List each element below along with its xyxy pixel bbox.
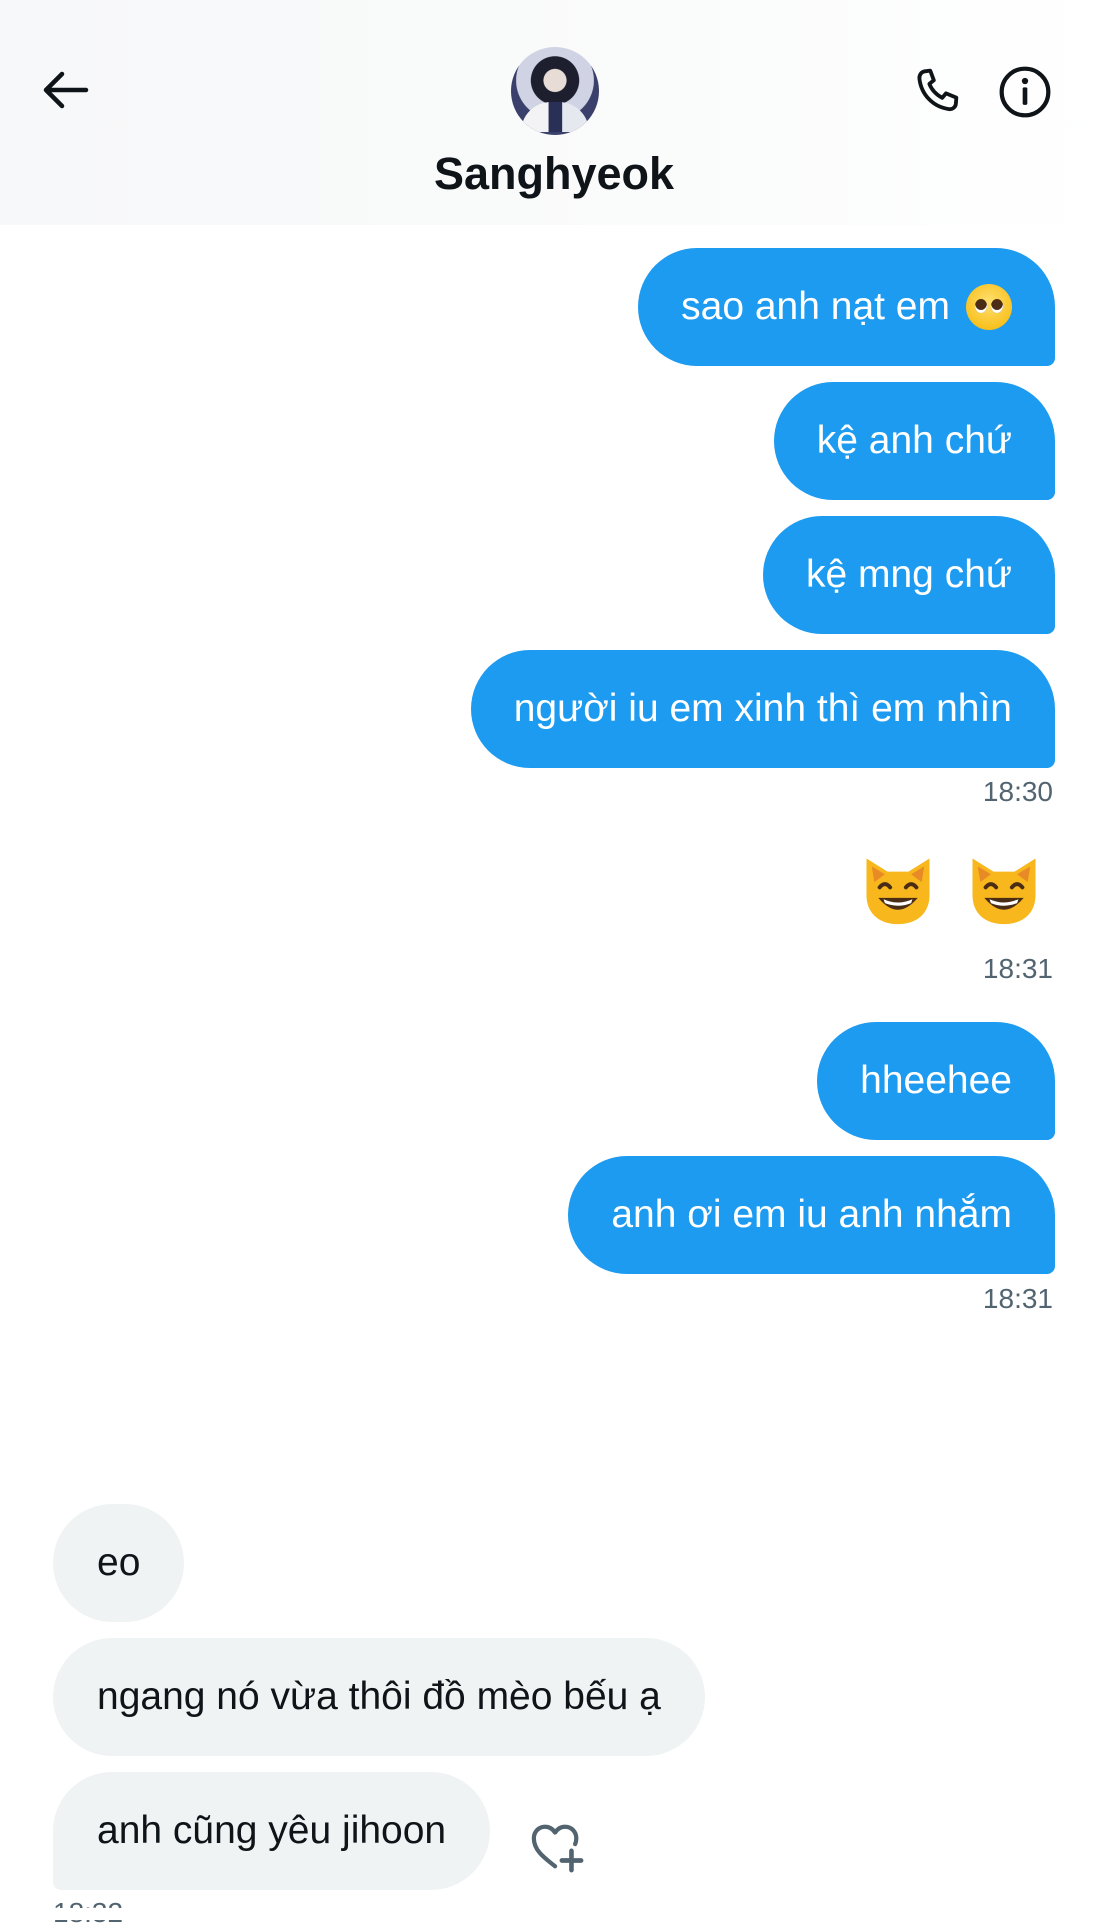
message-text: người iu em xinh thì em nhìn — [513, 687, 1012, 730]
message-text: anh ơi em iu anh nhắm — [611, 1193, 1012, 1236]
message-bubble-outgoing[interactable]: sao anh nạt em — [638, 248, 1055, 366]
message-bubble-incoming[interactable]: ngang nó vừa thôi đồ mèo bếu ạ — [53, 1638, 705, 1756]
emoji-message[interactable] — [856, 848, 1046, 932]
back-button[interactable] — [34, 62, 96, 118]
message-timestamp: 18:30 — [982, 776, 1053, 807]
heart-plus-icon — [531, 1824, 584, 1873]
call-button[interactable] — [905, 60, 969, 124]
conversation-header: Sanghyeok — [0, 0, 1108, 225]
message-text: kệ anh chứ — [816, 419, 1012, 462]
message-bubble-outgoing[interactable]: anh ơi em iu anh nhắm — [568, 1156, 1055, 1274]
pleading-face-emoji — [966, 284, 1012, 330]
contact-name[interactable]: Sanghyeok — [0, 148, 1108, 200]
message-bubble-incoming[interactable]: anh cũng yêu jihoon — [53, 1772, 491, 1890]
message-text: eo — [97, 1541, 141, 1584]
info-circle-icon — [999, 66, 1051, 118]
message-timestamp: 18:31 — [982, 953, 1053, 984]
message-text: anh cũng yêu jihoon — [97, 1809, 447, 1852]
phone-icon — [917, 68, 959, 112]
screen-edge — [0, 1908, 1108, 1920]
add-reaction-button[interactable] — [526, 1818, 588, 1876]
message-bubble-incoming[interactable]: eo — [53, 1504, 185, 1622]
message-bubble-outgoing[interactable]: kệ anh chứ — [773, 382, 1055, 500]
message-bubble-outgoing[interactable]: hheehee — [817, 1022, 1055, 1140]
arrow-left-icon — [43, 71, 89, 109]
message-timestamp: 18:31 — [982, 1283, 1053, 1314]
grinning-cat-emoji — [972, 858, 1036, 925]
message-text: kệ mng chứ — [805, 553, 1012, 596]
info-button[interactable] — [993, 60, 1057, 124]
message-bubble-outgoing[interactable]: người iu em xinh thì em nhìn — [470, 650, 1055, 768]
message-text: hheehee — [860, 1059, 1012, 1102]
message-bubble-outgoing[interactable]: kệ mng chứ — [762, 516, 1055, 634]
grinning-cat-emoji — [866, 858, 930, 925]
avatar[interactable] — [511, 47, 599, 135]
message-text: ngang nó vừa thôi đồ mèo bếu ạ — [97, 1675, 661, 1718]
message-text: sao anh nạt em — [681, 285, 950, 328]
